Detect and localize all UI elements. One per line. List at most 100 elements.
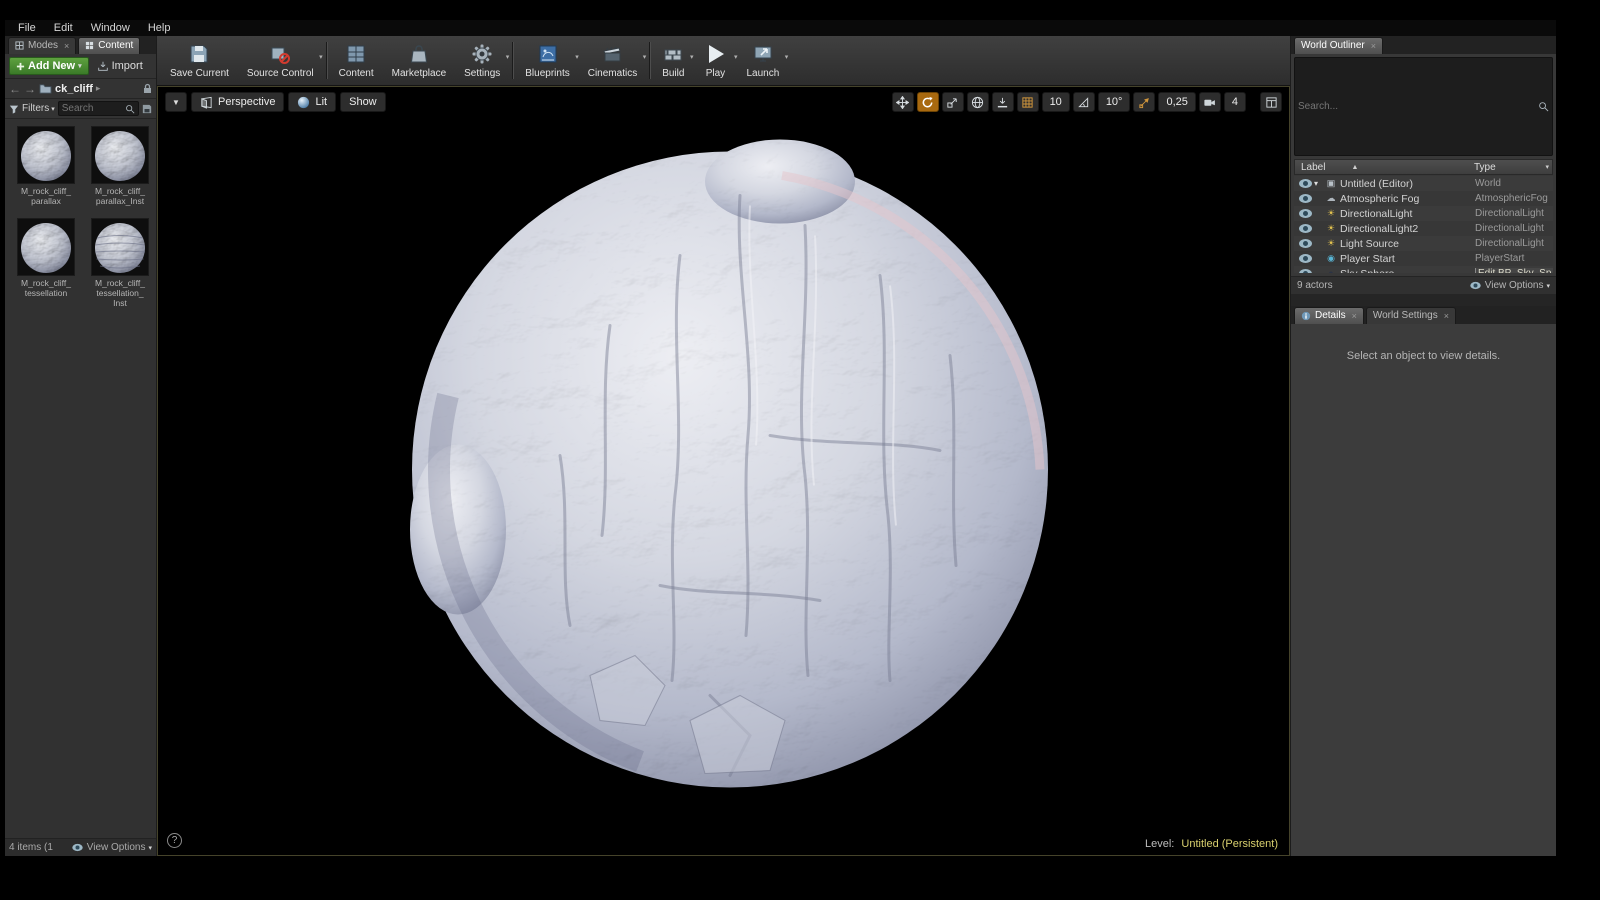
menu-help[interactable]: Help [139, 21, 180, 35]
content-button[interactable]: Content [330, 37, 383, 84]
label-column-header[interactable]: Label [1301, 162, 1325, 173]
perspective-label: Perspective [218, 96, 275, 108]
play-button[interactable]: Play ▾ [693, 37, 737, 84]
material-sphere-thumbnail [91, 126, 149, 184]
camera-speed-value[interactable]: 4 [1224, 92, 1246, 112]
outliner-search-input[interactable] [1298, 101, 1538, 112]
import-label: Import [112, 60, 143, 72]
world-settings-close-icon[interactable]: × [1444, 311, 1449, 321]
outliner-row[interactable]: ☀ Light Source DirectionalLight [1294, 236, 1553, 251]
filters-dropdown[interactable]: Filters ▾ [22, 103, 55, 114]
source-control-button[interactable]: Source Control ▾ [238, 37, 323, 84]
panel-splitter[interactable] [1291, 294, 1556, 306]
tab-modes[interactable]: Modes × [8, 37, 76, 54]
rotate-tool-button[interactable] [917, 92, 939, 112]
show-flags-button[interactable]: Show [340, 92, 386, 112]
forward-arrow-icon[interactable]: → [24, 83, 36, 95]
type-column-header[interactable]: Type [1474, 162, 1496, 173]
asset-tile[interactable]: M_rock_cliff_ parallax [11, 126, 81, 206]
menu-file[interactable]: File [9, 21, 45, 35]
blueprints-button[interactable]: Blueprints ▾ [516, 37, 578, 84]
scale-tool-button[interactable] [942, 92, 964, 112]
settings-button[interactable]: Settings ▾ [455, 37, 509, 84]
globe-icon [971, 96, 984, 109]
scale-snap-toggle-button[interactable] [1133, 92, 1155, 112]
viewport-topleft-toolbar: ▼ Perspective Lit Show [165, 92, 386, 112]
expand-caret-icon[interactable]: ▾ [1314, 179, 1324, 188]
grid-snap-value[interactable]: 10 [1042, 92, 1070, 112]
lock-icon[interactable] [143, 83, 152, 94]
asset-tile[interactable]: M_rock_cliff_ tessellation_ Inst [85, 218, 155, 308]
viewport-options-caret-icon: ▼ [172, 98, 180, 107]
perspective-button[interactable]: Perspective [191, 92, 284, 112]
blueprints-icon [537, 41, 559, 67]
column-options-icon[interactable]: ▾ [1545, 163, 1549, 171]
content-label: Content [339, 68, 374, 79]
material-sphere-thumbnail [17, 126, 75, 184]
surface-snapping-button[interactable] [992, 92, 1014, 112]
tab-modes-close-icon[interactable]: × [64, 41, 69, 51]
camera-speed-button[interactable] [1199, 92, 1221, 112]
scale-snap-value[interactable]: 0,25 [1158, 92, 1195, 112]
maximize-viewport-button[interactable] [1260, 92, 1282, 112]
breadcrumb-caret-icon[interactable]: ▸ [96, 84, 101, 93]
outliner-row[interactable]: ☁ Atmospheric Fog AtmosphericFog [1294, 191, 1553, 206]
outliner-row[interactable]: ● Sky Sphere Edit BP_Sky_Sp [1294, 266, 1553, 273]
asset-search-input[interactable] [62, 103, 125, 114]
visibility-eye-icon[interactable] [1299, 209, 1312, 218]
cb-view-options-button[interactable]: View Options ▾ [71, 842, 152, 853]
add-new-button[interactable]: Add New ▾ [9, 57, 89, 75]
world-outliner-close-icon[interactable]: × [1371, 41, 1376, 51]
visibility-eye-icon[interactable] [1299, 254, 1312, 263]
cinematics-caret-icon: ▾ [643, 53, 647, 61]
build-button[interactable]: Build ▾ [653, 37, 693, 84]
eye-icon [1470, 282, 1480, 289]
launch-button[interactable]: Launch ▾ [737, 37, 788, 84]
import-button[interactable]: Import [94, 58, 146, 74]
asset-tile[interactable]: M_rock_cliff_ tessellation [11, 218, 81, 308]
edit-blueprint-link[interactable]: Edit BP_Sky_Sp [1475, 268, 1553, 273]
tab-content[interactable]: Content [78, 37, 140, 54]
lit-mode-button[interactable]: Lit [288, 92, 336, 112]
visibility-eye-icon[interactable] [1299, 179, 1312, 188]
outliner-row[interactable]: ☀ DirectionalLight2 DirectionalLight [1294, 221, 1553, 236]
scale-snap-icon [1138, 96, 1151, 109]
help-button[interactable]: ? [167, 833, 182, 848]
launch-icon [752, 41, 774, 67]
visibility-eye-icon[interactable] [1299, 194, 1312, 203]
directional-light-icon: ☀ [1324, 209, 1338, 218]
rotate-icon [921, 96, 934, 109]
eye-icon [72, 844, 82, 851]
details-close-icon[interactable]: × [1352, 311, 1357, 321]
rotation-snap-toggle-button[interactable] [1073, 92, 1095, 112]
save-current-button[interactable]: Save Current [161, 37, 238, 84]
level-viewport[interactable]: ▼ Perspective Lit Show [157, 86, 1290, 856]
grid-snap-toggle-button[interactable] [1017, 92, 1039, 112]
build-label: Build [662, 68, 684, 79]
outliner-row[interactable]: ◉ Player Start PlayerStart [1294, 251, 1553, 266]
menu-window[interactable]: Window [82, 21, 139, 35]
tab-details[interactable]: Details × [1294, 307, 1364, 324]
outliner-row[interactable]: ☀ DirectionalLight DirectionalLight [1294, 206, 1553, 221]
marketplace-button[interactable]: Marketplace [383, 37, 455, 84]
player-start-icon: ◉ [1324, 254, 1338, 263]
menu-edit[interactable]: Edit [45, 21, 82, 35]
surface-snap-icon [996, 96, 1009, 109]
cinematics-button[interactable]: Cinematics ▾ [579, 37, 646, 84]
visibility-eye-icon[interactable] [1299, 239, 1312, 248]
breadcrumb[interactable]: ck_cliff [55, 83, 93, 95]
outliner-row[interactable]: ▾ ▣ Untitled (Editor) World [1294, 176, 1553, 191]
outliner-view-options-button[interactable]: View Options ▾ [1469, 280, 1550, 291]
back-arrow-icon[interactable]: ← [9, 83, 21, 95]
visibility-eye-icon[interactable] [1299, 269, 1312, 273]
visibility-eye-icon[interactable] [1299, 224, 1312, 233]
tab-world-outliner[interactable]: World Outliner × [1294, 37, 1383, 54]
save-search-icon[interactable] [142, 104, 152, 114]
tab-world-settings[interactable]: World Settings × [1366, 307, 1456, 324]
translate-tool-button[interactable] [892, 92, 914, 112]
rotation-snap-value[interactable]: 10° [1098, 92, 1131, 112]
asset-tile[interactable]: M_rock_cliff_ parallax_Inst [85, 126, 155, 206]
level-value[interactable]: Untitled (Persistent) [1181, 838, 1278, 850]
viewport-options-button[interactable]: ▼ [165, 92, 187, 112]
world-local-toggle-button[interactable] [967, 92, 989, 112]
